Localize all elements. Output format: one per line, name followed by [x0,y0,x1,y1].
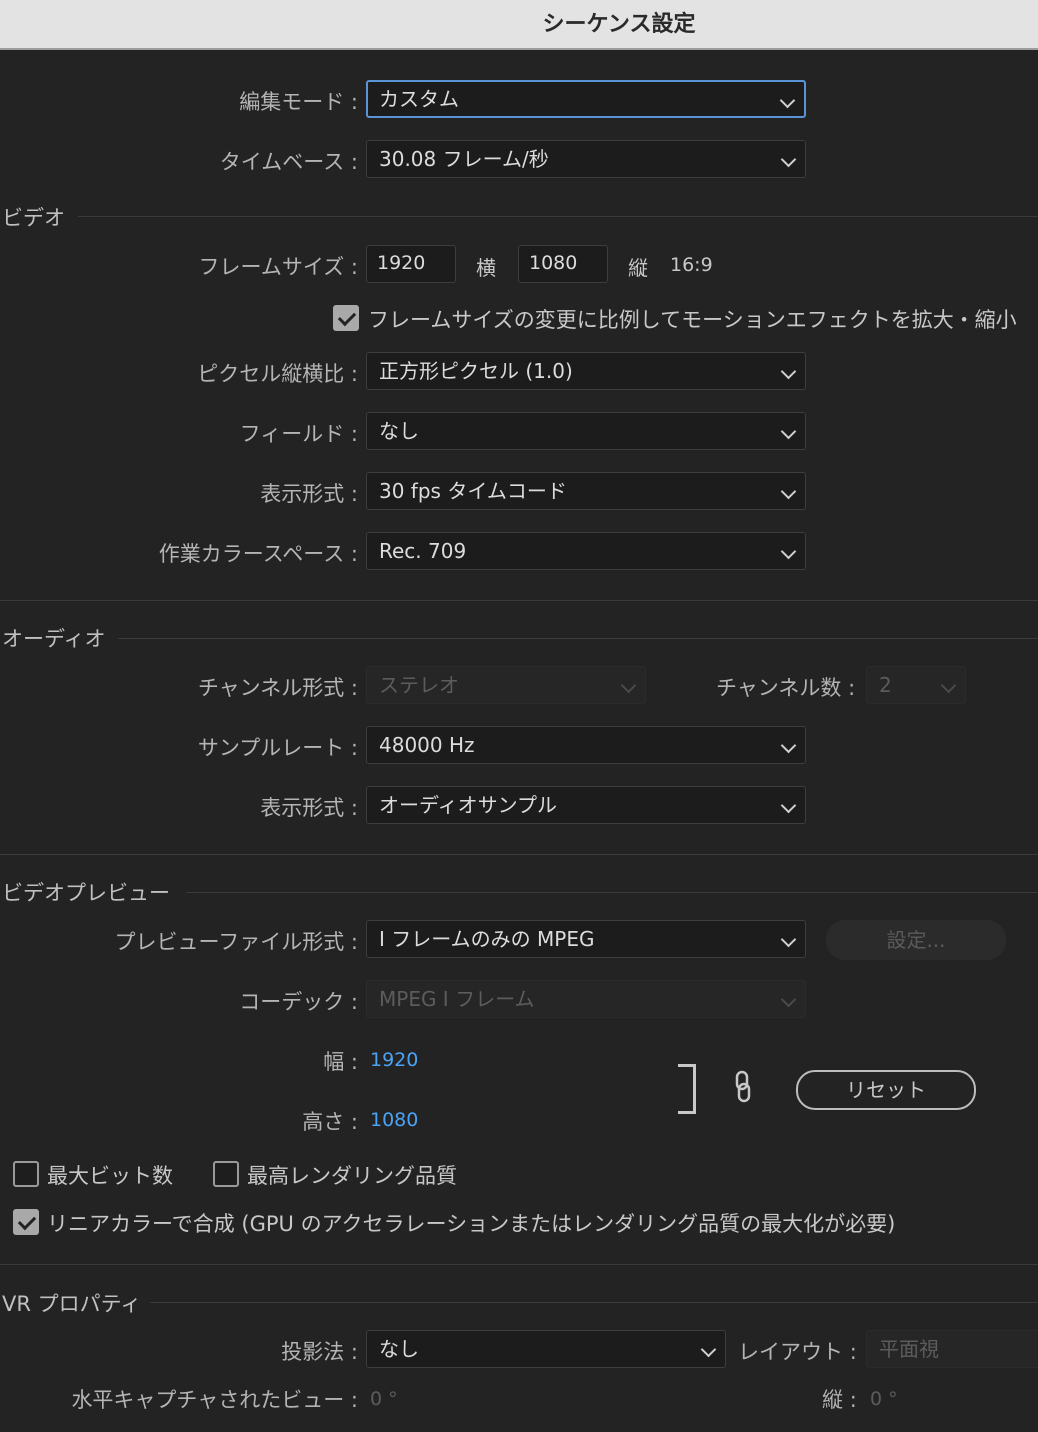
preview-width-value[interactable]: 1920 [370,1049,418,1071]
frame-width-unit: 横 [476,256,496,280]
channel-format-label: チャンネル形式 : [197,676,358,700]
codec-label: コーデック : [239,990,358,1014]
timebase-select[interactable]: 30.08 フレーム/秒 [366,140,806,178]
horizontal-view-label: 水平キャプチャされたビュー : [71,1388,358,1412]
title-bar: シーケンス設定 [0,0,1038,50]
layout-label: レイアウト : [738,1340,857,1364]
preview-width-label: 幅 : [323,1050,358,1074]
video-section-divider [78,216,1038,217]
link-icon[interactable] [732,1070,754,1108]
scale-motion-checkbox[interactable] [333,305,359,331]
chevron-down-icon [780,423,797,440]
preview-file-format-select[interactable]: I フレームのみの MPEG [366,920,806,958]
sample-rate-select[interactable]: 48000 Hz [366,726,806,764]
chevron-down-icon [780,991,797,1008]
frame-size-label: フレームサイズ : [198,255,358,279]
sample-rate-value: 48000 Hz [379,733,475,757]
color-space-label: 作業カラースペース : [158,542,358,566]
vr-section-divider [150,1302,1038,1303]
pixel-aspect-value: 正方形ピクセル (1.0) [379,359,573,383]
chevron-down-icon [780,737,797,754]
channel-format-value: ステレオ [379,673,459,697]
layout-value: 平面視 [879,1337,939,1361]
chevron-down-icon [620,677,637,694]
preview-height-value[interactable]: 1080 [370,1109,418,1131]
max-bit-depth-checkbox[interactable] [13,1161,39,1187]
chevron-down-icon [780,797,797,814]
fields-label: フィールド : [239,422,358,446]
video-display-format-label: 表示形式 : [260,482,358,506]
codec-select: MPEG I フレーム [366,980,806,1018]
vertical-view-value[interactable]: 0 ° [870,1388,898,1410]
edit-mode-value: カスタム [379,87,459,111]
layout-select: 平面視 [866,1330,1038,1368]
chevron-down-icon [940,677,957,694]
preview-file-format-value: I フレームのみの MPEG [379,927,595,951]
fields-value: なし [379,419,419,443]
channel-format-select: ステレオ [366,666,646,704]
audio-section-divider [118,638,1038,639]
vr-top-divider [0,1264,1038,1265]
chevron-down-icon [700,1341,717,1358]
window-title: シーケンス設定 [542,12,696,37]
horizontal-view-value[interactable]: 0 ° [370,1388,398,1410]
chevron-down-icon [780,543,797,560]
max-render-quality-label: 最高レンダリング品質 [247,1164,457,1188]
preview-section-divider [186,892,1038,893]
preview-top-divider [0,854,1038,855]
chevron-down-icon [779,92,796,109]
channel-count-label: チャンネル数 : [716,676,856,700]
frame-width-input[interactable]: 1920 [366,245,456,283]
sample-rate-label: サンプルレート : [197,736,358,760]
max-render-quality-checkbox[interactable] [213,1161,239,1187]
projection-value: なし [379,1337,419,1361]
chevron-down-icon [780,931,797,948]
preview-file-format-label: プレビューファイル形式 : [114,930,358,954]
vertical-view-label: 縦 : [822,1388,857,1412]
fields-select[interactable]: なし [366,412,806,450]
chevron-down-icon [780,363,797,380]
audio-top-divider [0,600,1038,601]
channel-count-select: 2 [866,666,966,704]
linear-color-label: リニアカラーで合成 (GPU のアクセラレーションまたはレンダリング品質の最大化… [47,1212,896,1236]
timebase-value: 30.08 フレーム/秒 [379,147,549,171]
audio-section-title: オーディオ [2,627,106,651]
chevron-down-icon [780,483,797,500]
frame-height-input[interactable]: 1080 [518,245,608,283]
scale-motion-label: フレームサイズの変更に比例してモーションエフェクトを拡大・縮小 [368,308,1017,332]
preview-height-label: 高さ : [302,1110,358,1134]
audio-display-format-select[interactable]: オーディオサンプル [366,786,806,824]
edit-mode-select[interactable]: カスタム [366,80,806,118]
color-space-select[interactable]: Rec. 709 [366,532,806,570]
frame-height-unit: 縦 [628,256,648,280]
audio-display-format-value: オーディオサンプル [379,793,557,817]
reset-button[interactable]: リセット [796,1070,976,1110]
frame-aspect-ratio: 16:9 [670,254,713,276]
timebase-label: タイムベース : [219,150,358,174]
codec-value: MPEG I フレーム [379,987,535,1011]
edit-mode-label: 編集モード : [239,90,358,114]
pixel-aspect-label: ピクセル縦横比 : [197,362,358,386]
audio-display-format-label: 表示形式 : [260,796,358,820]
video-display-format-select[interactable]: 30 fps タイムコード [366,472,806,510]
color-space-value: Rec. 709 [379,539,467,563]
channel-count-value: 2 [879,673,892,697]
projection-select[interactable]: なし [366,1330,726,1368]
video-display-format-value: 30 fps タイムコード [379,479,567,503]
pixel-aspect-select[interactable]: 正方形ピクセル (1.0) [366,352,806,390]
dimension-bracket [678,1064,696,1114]
video-section-title: ビデオ [2,206,65,230]
preview-section-title: ビデオプレビュー [2,881,170,905]
preview-settings-button: 設定... [826,920,1006,960]
vr-section-title: VR プロパティ [2,1292,142,1316]
projection-label: 投影法 : [281,1340,358,1364]
chevron-down-icon [780,151,797,168]
linear-color-checkbox[interactable] [13,1209,39,1235]
max-bit-depth-label: 最大ビット数 [47,1164,173,1188]
